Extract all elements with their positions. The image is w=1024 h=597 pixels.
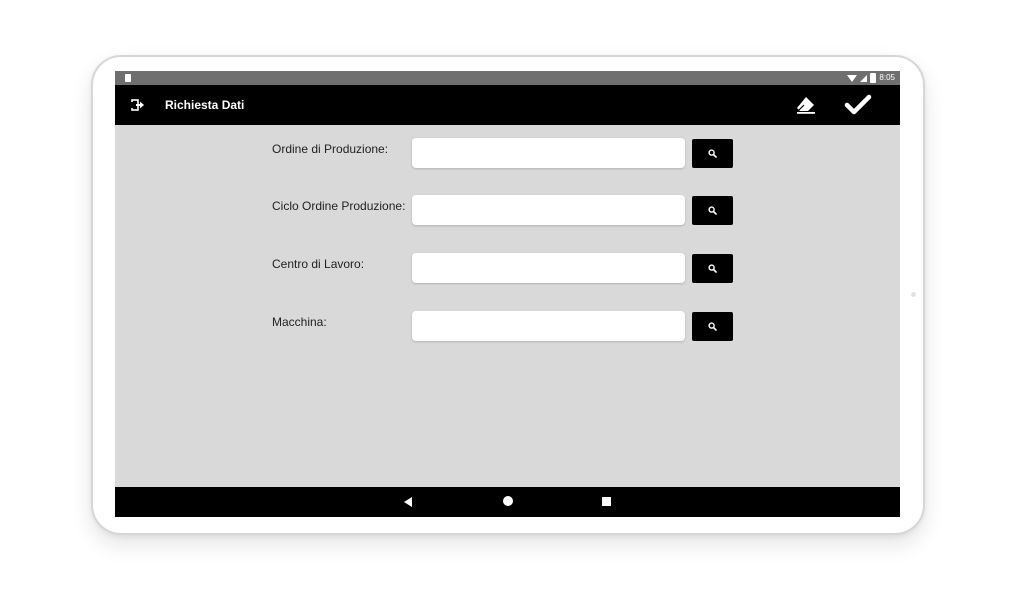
battery-icon	[870, 73, 877, 83]
form-row-macchina: Macchina:	[115, 311, 900, 355]
form-row-ciclo-ordine-produzione: Ciclo Ordine Produzione:	[115, 195, 900, 239]
search-icon	[708, 203, 717, 218]
ordine-produzione-input[interactable]	[412, 138, 685, 168]
eraser-icon[interactable]	[795, 95, 817, 115]
search-icon	[708, 261, 717, 276]
centro-di-lavoro-input[interactable]	[412, 253, 685, 283]
navigation-bar	[115, 487, 900, 517]
tablet-camera-dot	[911, 292, 916, 297]
status-time: 8:05	[879, 73, 895, 82]
wifi-icon	[847, 74, 858, 82]
sd-card-icon	[125, 74, 131, 82]
centro-di-lavoro-search-button[interactable]	[692, 254, 733, 283]
home-icon[interactable]	[503, 496, 513, 506]
ciclo-ordine-produzione-search-button[interactable]	[692, 196, 733, 225]
app-bar: Richiesta Dati	[115, 85, 900, 125]
form-row-ordine-produzione: Ordine di Produzione:	[115, 138, 900, 182]
signal-icon	[860, 74, 868, 82]
centro-di-lavoro-label: Centro di Lavoro:	[272, 257, 365, 271]
page-title: Richiesta Dati	[165, 98, 245, 112]
exit-icon[interactable]	[131, 98, 145, 112]
ordine-produzione-label: Ordine di Produzione:	[272, 142, 389, 156]
ciclo-ordine-produzione-label: Ciclo Ordine Produzione:	[272, 199, 406, 213]
recents-icon[interactable]	[602, 497, 611, 506]
macchina-input[interactable]	[412, 311, 685, 341]
status-icons: 8:05	[847, 72, 895, 84]
macchina-label: Macchina:	[272, 315, 327, 329]
back-icon[interactable]	[404, 497, 412, 507]
status-bar: 8:05	[115, 71, 900, 85]
macchina-search-button[interactable]	[692, 312, 733, 341]
search-icon	[708, 319, 717, 334]
device-screen: 8:05 Richiesta Dati Ordine di Produzione…	[115, 71, 900, 517]
search-icon	[708, 146, 717, 161]
form-row-centro-di-lavoro: Centro di Lavoro:	[115, 253, 900, 297]
check-icon[interactable]	[844, 94, 872, 116]
ordine-produzione-search-button[interactable]	[692, 139, 733, 168]
ciclo-ordine-produzione-input[interactable]	[412, 195, 685, 225]
